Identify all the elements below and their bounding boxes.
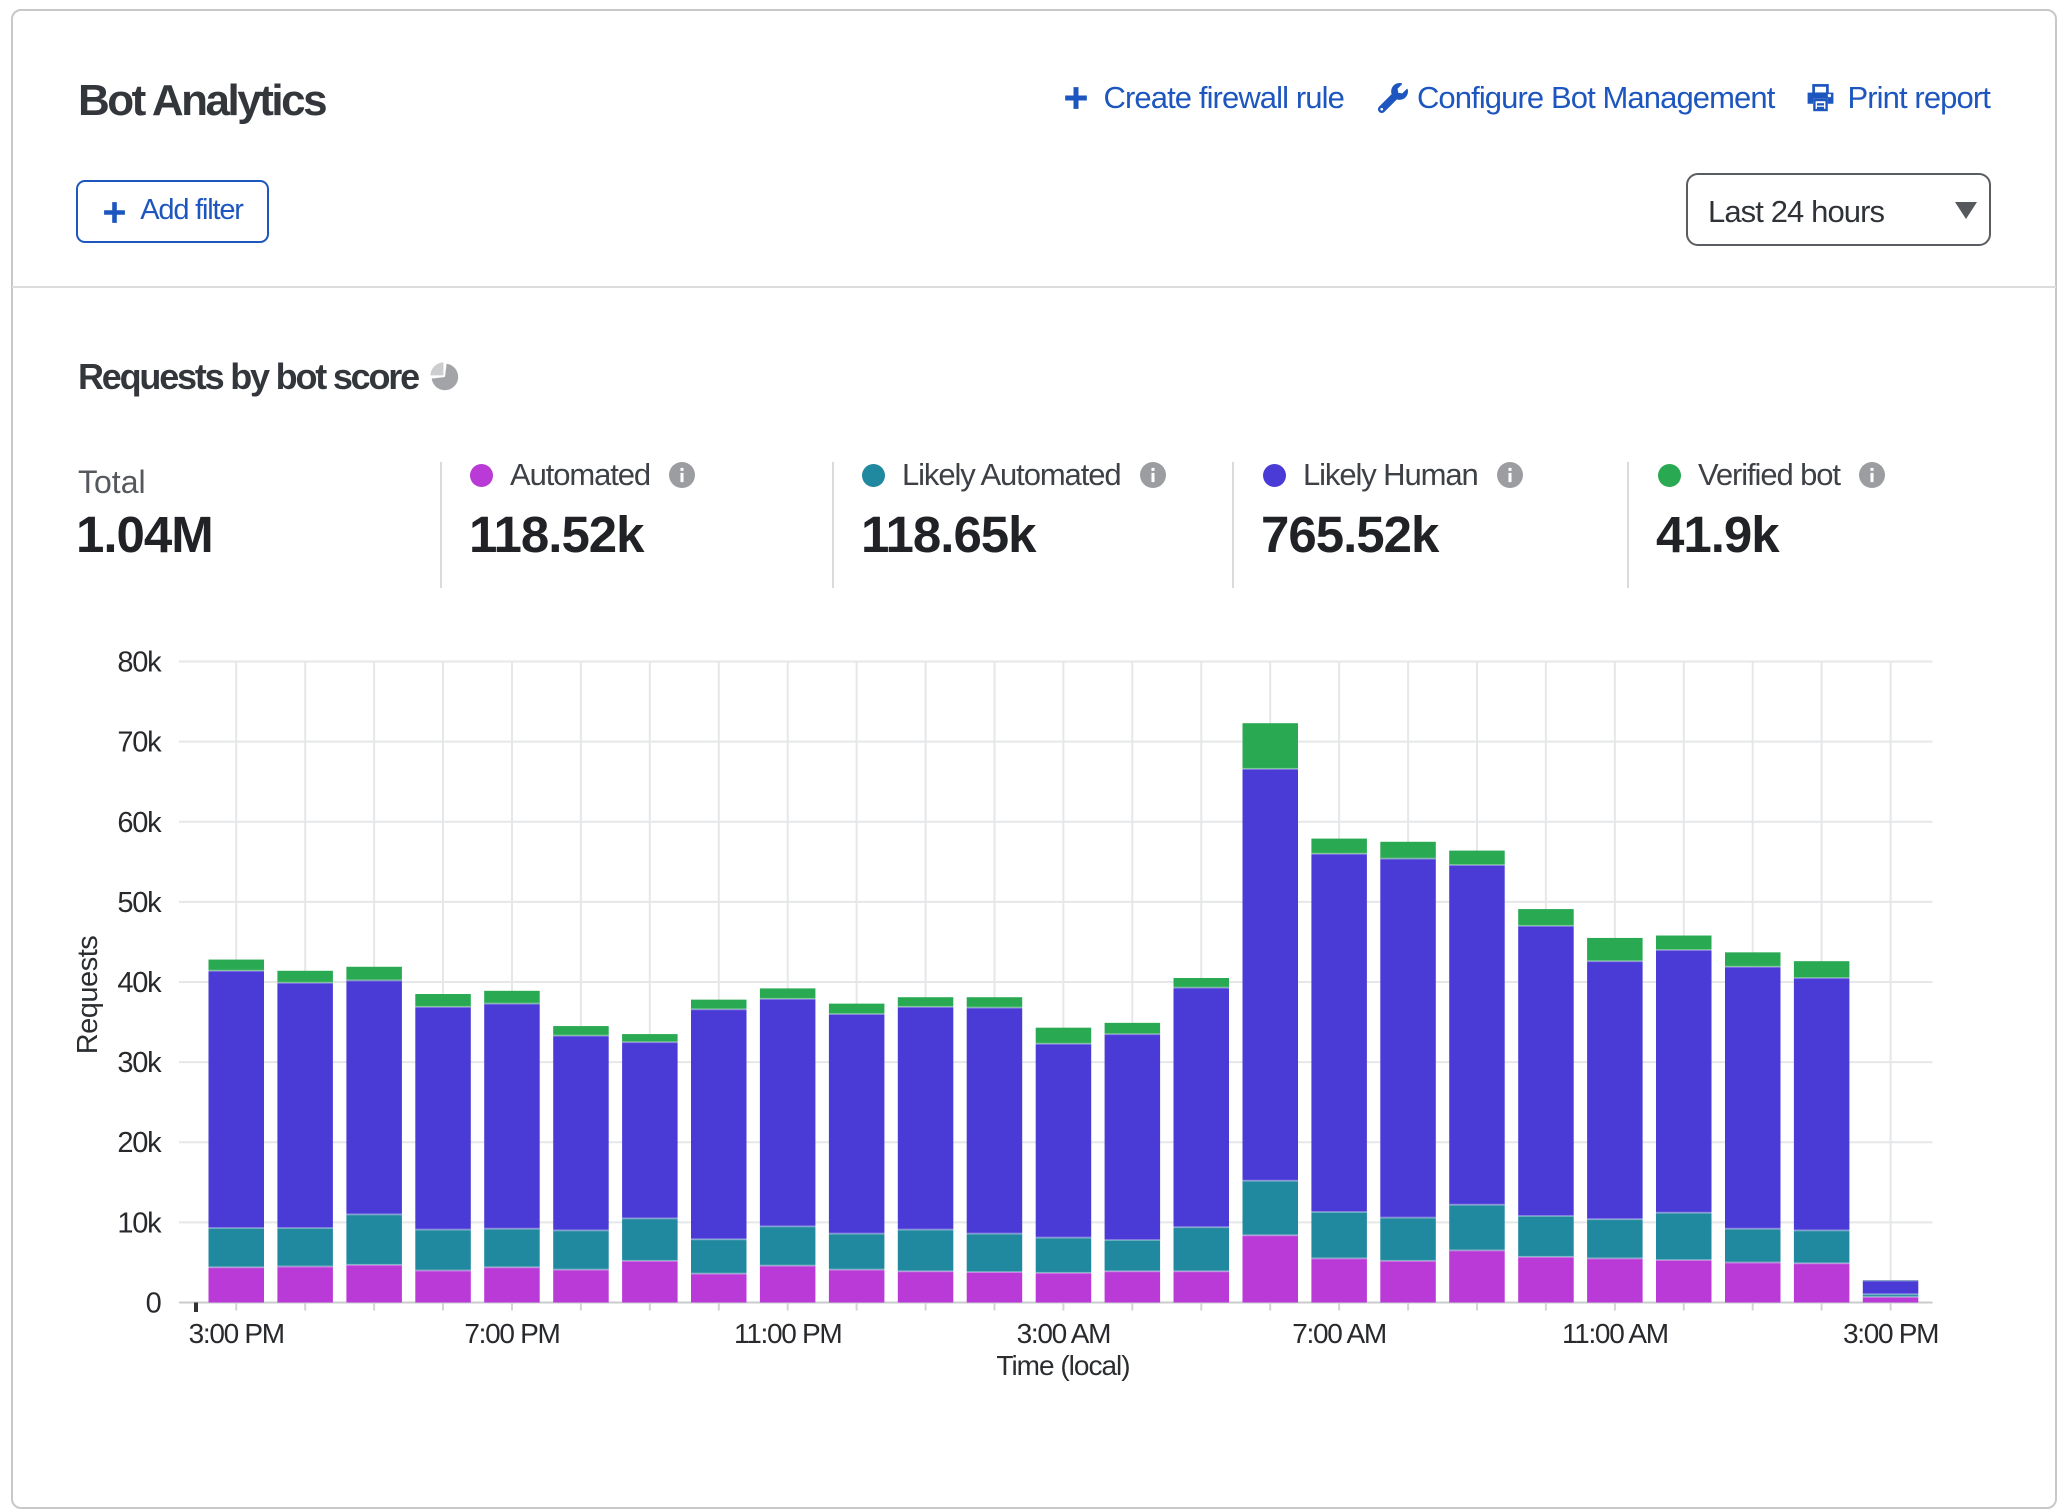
svg-text:0: 0 xyxy=(146,1288,161,1320)
svg-text:7:00 PM: 7:00 PM xyxy=(464,1318,559,1349)
svg-text:80k: 80k xyxy=(117,647,162,679)
svg-text:3:00 PM: 3:00 PM xyxy=(189,1318,284,1349)
svg-text:3:00 AM: 3:00 AM xyxy=(1017,1318,1111,1349)
svg-text:20k: 20k xyxy=(117,1127,162,1159)
svg-text:50k: 50k xyxy=(117,887,162,919)
svg-text:30k: 30k xyxy=(117,1047,162,1079)
svg-text:70k: 70k xyxy=(117,727,162,759)
svg-text:11:00 AM: 11:00 AM xyxy=(1562,1318,1668,1349)
svg-text:60k: 60k xyxy=(117,807,162,839)
svg-text:40k: 40k xyxy=(117,967,162,999)
svg-text:Requests: Requests xyxy=(72,936,104,1055)
svg-text:11:00 PM: 11:00 PM xyxy=(734,1318,841,1349)
svg-text:3:00 PM: 3:00 PM xyxy=(1843,1318,1938,1349)
svg-text:Time (local): Time (local) xyxy=(996,1350,1129,1381)
svg-text:10k: 10k xyxy=(117,1207,162,1239)
svg-text:7:00 AM: 7:00 AM xyxy=(1292,1318,1386,1349)
